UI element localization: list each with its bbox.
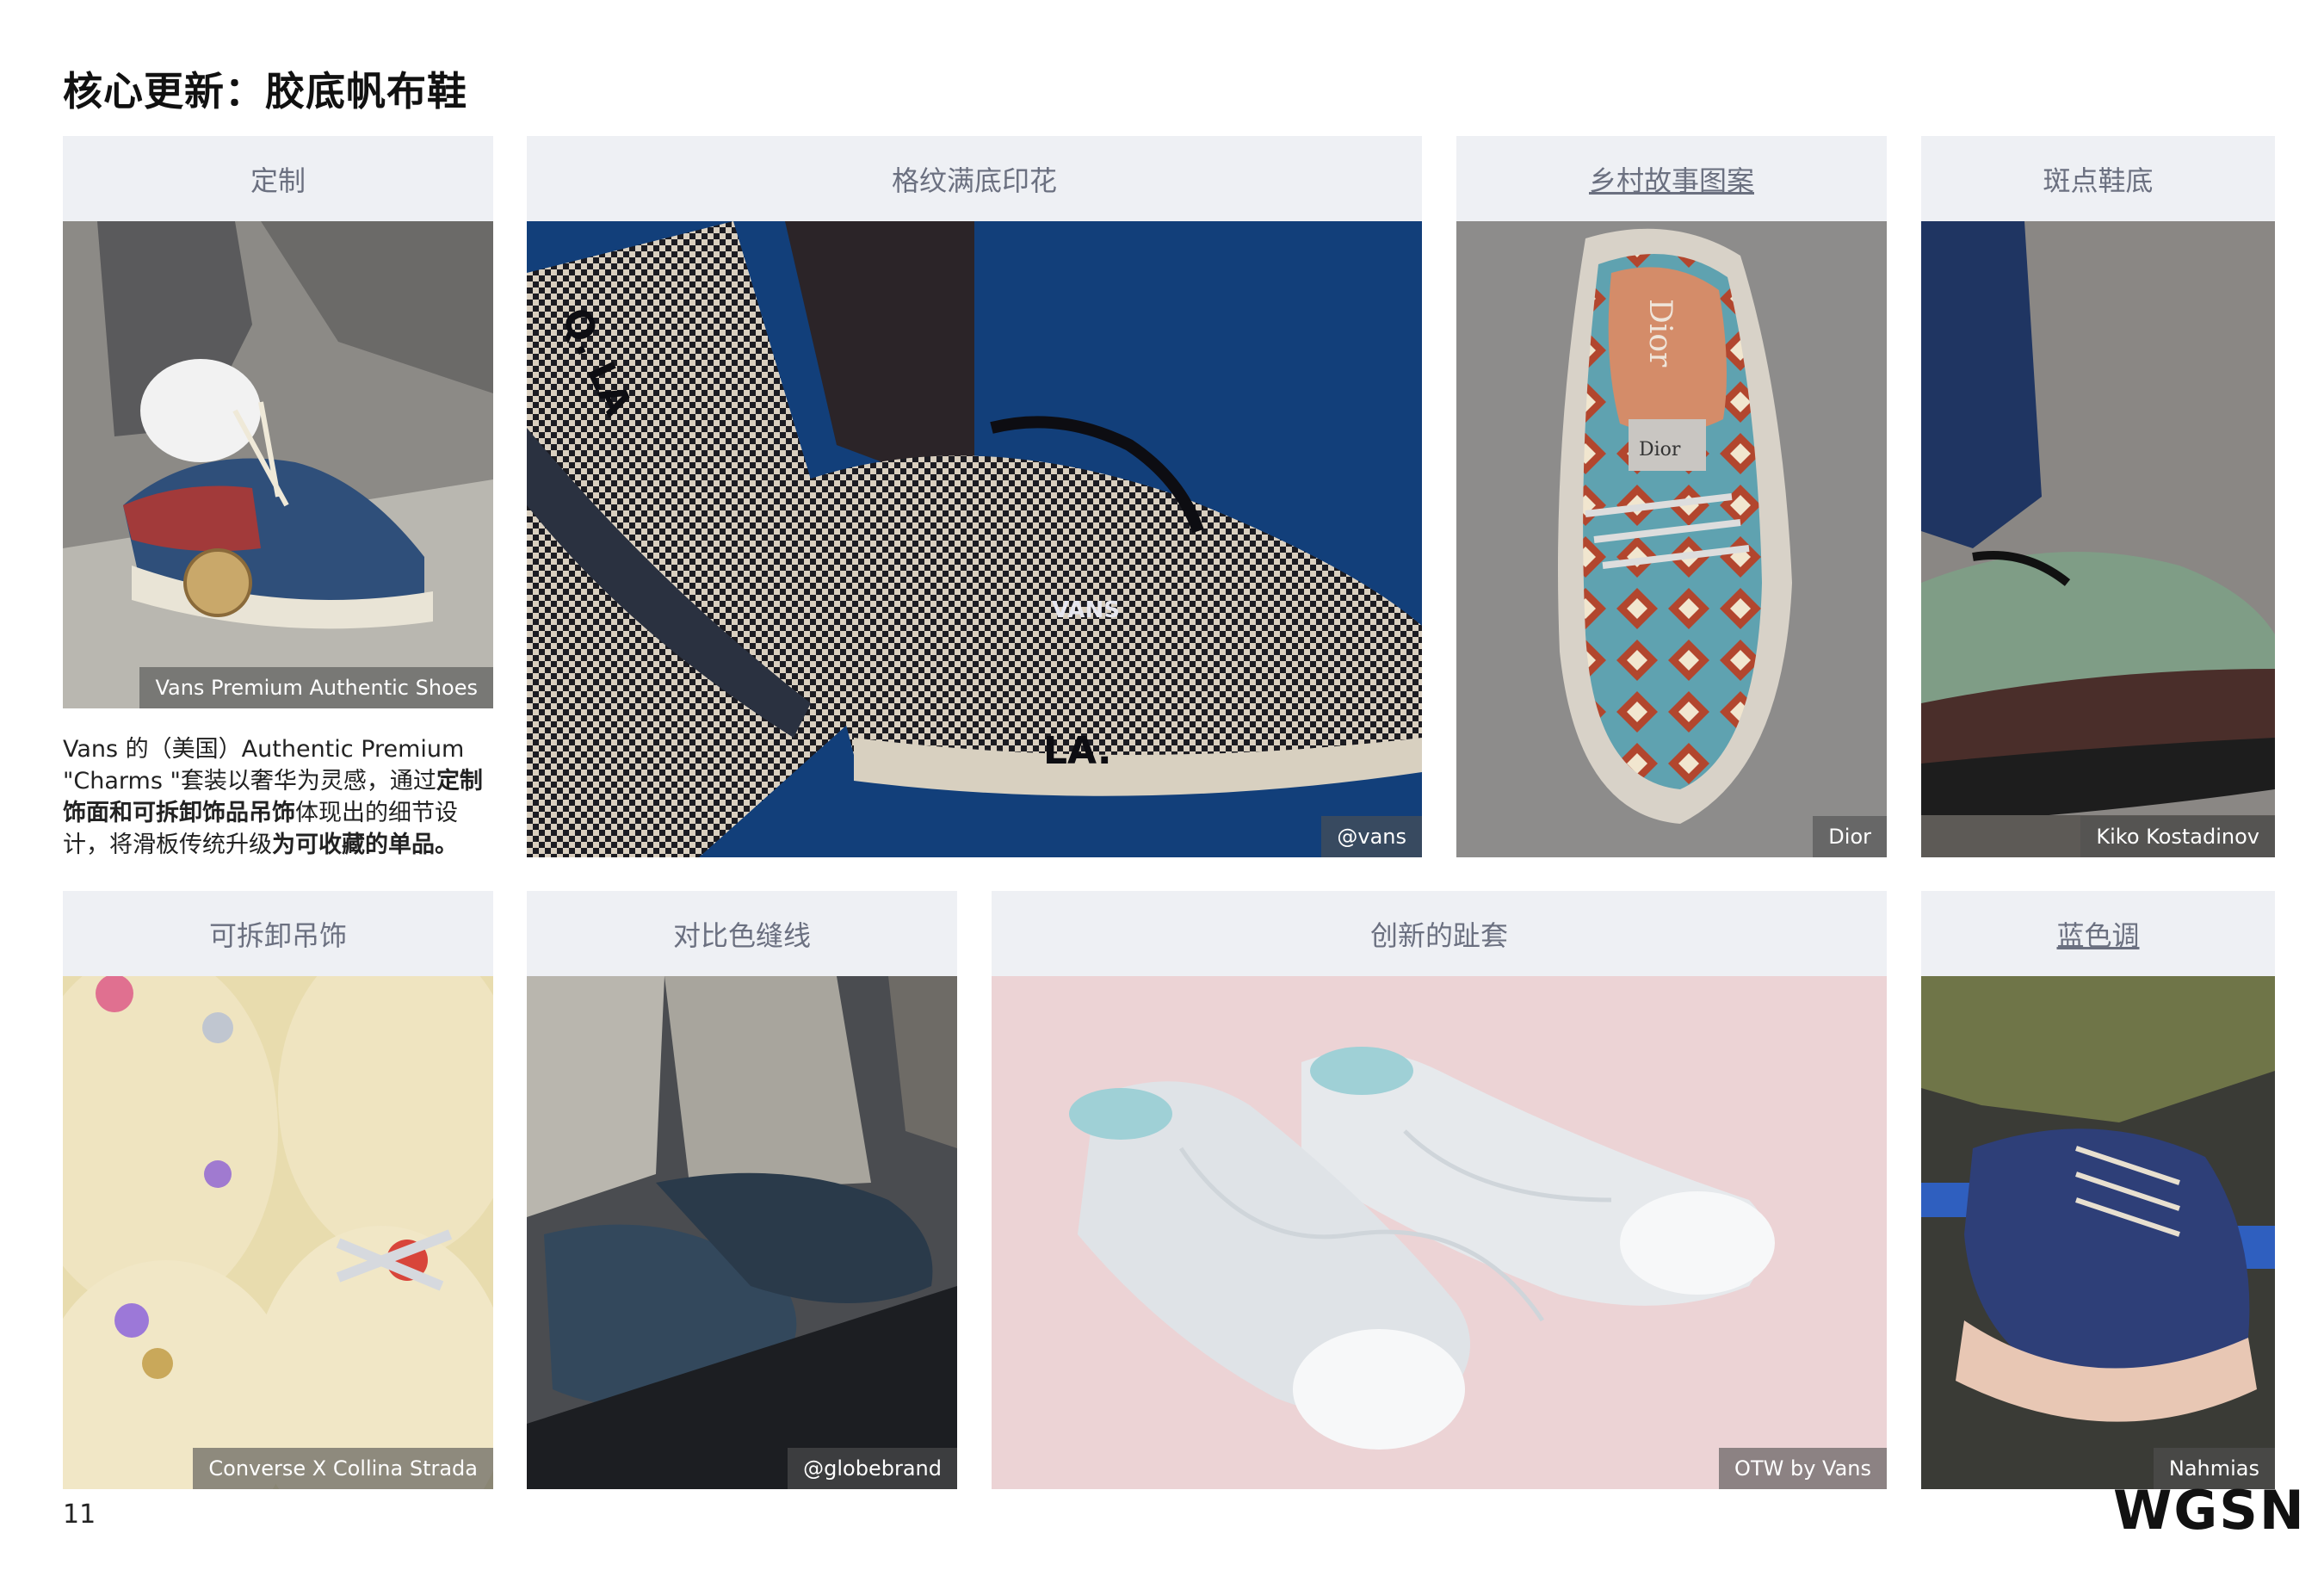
wgsn-logo: WGSN	[2113, 1479, 2306, 1542]
description-part: Vans 的（美国）Authentic Premium "Charms "套装以…	[63, 736, 465, 794]
page-number: 11	[63, 1499, 96, 1530]
la-sole-text: LA.	[1043, 729, 1112, 773]
card-detachable-charms[interactable]: 可拆卸吊饰 Converse X Collina Strada	[63, 891, 493, 1489]
description-bold: 为可收藏的单品。	[272, 832, 458, 858]
photo-globe-shoe: @globebrand	[527, 976, 957, 1489]
card-header: 格纹满底印花	[527, 136, 1422, 221]
card-title: 创新的趾套	[1369, 918, 1508, 952]
card-header: 定制	[63, 136, 493, 221]
dior-insole-logo: Dior	[1642, 299, 1678, 368]
card-blue-tones[interactable]: 蓝色调 Nahmias	[1921, 891, 2275, 1489]
page-title: 核心更新：胶底帆布鞋	[63, 68, 467, 114]
photo-nahmias-shoe: Nahmias	[1921, 976, 2275, 1489]
card-speckled-sole[interactable]: 斑点鞋底 Kiko Kostadinov	[1921, 136, 2275, 857]
photo-credit: @vans	[1321, 816, 1422, 857]
description-text: Vans 的（美国）Authentic Premium "Charms "套装以…	[63, 733, 493, 861]
photo-vans-premium: Vans Premium Authentic Shoes	[63, 221, 493, 708]
photo-otw-shoes: OTW by Vans	[992, 976, 1887, 1489]
card-title: 可拆卸吊饰	[208, 918, 347, 952]
photo-converse-charms: Converse X Collina Strada	[63, 976, 493, 1489]
photo-credit: @globebrand	[788, 1448, 957, 1489]
card-title: 格纹满底印花	[891, 164, 1057, 197]
dior-tongue-logo: Dior	[1639, 439, 1681, 461]
photo-credit: Dior	[1813, 816, 1887, 857]
card-title[interactable]: 蓝色调	[2056, 914, 2139, 954]
photo-credit: Converse X Collina Strada	[193, 1448, 493, 1489]
card-title: 定制	[250, 164, 306, 197]
card-innovative-toecap[interactable]: 创新的趾套 OTW by Vans	[992, 891, 1887, 1489]
card-header: 乡村故事图案	[1456, 136, 1887, 221]
photo-credit: Kiko Kostadinov	[2080, 816, 2275, 857]
photo-credit: OTW by Vans	[1719, 1448, 1887, 1489]
photo-dior-shoe: Dior Dior Dior	[1456, 221, 1887, 857]
card-custom[interactable]: 定制 Vans Premium Authentic Shoes	[63, 136, 493, 708]
photo-vans-checker: VANS LA. Q. LA @vans	[527, 221, 1422, 857]
card-header: 斑点鞋底	[1921, 136, 2275, 221]
vans-side-logo: VANS	[1052, 597, 1120, 623]
card-header: 蓝色调	[1921, 891, 2275, 976]
card-country-story[interactable]: 乡村故事图案 Dior Dior Dior	[1456, 136, 1887, 857]
photo-credit: Vans Premium Authentic Shoes	[139, 667, 493, 708]
card-title[interactable]: 乡村故事图案	[1589, 159, 1754, 199]
card-title: 对比色缝线	[672, 918, 811, 952]
card-header: 对比色缝线	[527, 891, 957, 976]
card-title: 斑点鞋底	[2043, 164, 2154, 197]
card-checker-print[interactable]: 格纹满底印花 VANS LA. Q. LA @vans	[527, 136, 1422, 857]
card-contrast-stitching[interactable]: 对比色缝线 @globebrand	[527, 891, 957, 1489]
card-header: 创新的趾套	[992, 891, 1887, 976]
card-header: 可拆卸吊饰	[63, 891, 493, 976]
photo-kiko-shoe: Kiko Kostadinov	[1921, 221, 2275, 857]
